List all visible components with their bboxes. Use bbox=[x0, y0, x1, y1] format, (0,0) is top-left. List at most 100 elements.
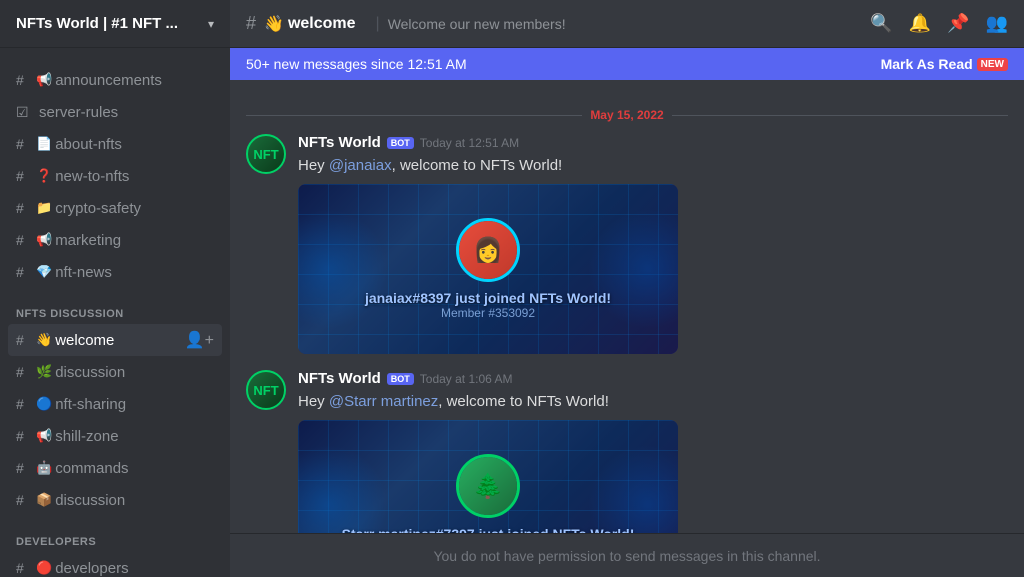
channel-name: crypto-safety bbox=[55, 200, 214, 217]
bot-badge-2: BOT bbox=[387, 373, 414, 385]
hash-icon: # bbox=[16, 364, 32, 380]
card-avatar-container-1: 👩 bbox=[456, 218, 520, 282]
channel-name: marketing bbox=[55, 232, 214, 249]
message-author-1: NFTs World bbox=[298, 134, 381, 151]
hash-icon: # bbox=[16, 492, 32, 508]
channel-item-discussion1[interactable]: # 🌿 discussion bbox=[8, 356, 222, 388]
message-header-2: NFTs World BOT Today at 1:06 AM bbox=[298, 370, 1008, 387]
server-dropdown-arrow: ▾ bbox=[208, 17, 214, 31]
card-glow-left-2 bbox=[298, 445, 388, 533]
nfts-discussion-section: NFTS DISCUSSION # 👋 welcome 👤+ # 🌿 discu… bbox=[0, 292, 230, 520]
channel-item-nft-sharing[interactable]: # 🔵 nft-sharing bbox=[8, 388, 222, 420]
welcome-card-bg-1: 👩 janaiax#8397 just joined NFTs World! M… bbox=[298, 184, 678, 354]
channel-name: new-to-nfts bbox=[55, 168, 214, 185]
channel-emoji: 📢 bbox=[36, 428, 52, 444]
header-icons-group: 🔍 🔔 📌 👥 bbox=[870, 13, 1008, 34]
bell-icon[interactable]: 🔔 bbox=[909, 13, 931, 34]
pin-icon[interactable]: 📌 bbox=[947, 13, 969, 34]
hashtag-icon[interactable]: 🔍 bbox=[870, 13, 892, 34]
card-join-text-1: janaiax#8397 just joined NFTs World! bbox=[365, 290, 611, 306]
channel-emoji: 👋 bbox=[36, 332, 52, 348]
hash-icon: # bbox=[16, 332, 32, 348]
hash-icon: # bbox=[16, 264, 32, 280]
message-post-text-2: , welcome to NFTs World! bbox=[438, 393, 609, 410]
card-avatar-2: 🌲 bbox=[456, 454, 520, 518]
channel-emoji: ❓ bbox=[36, 168, 52, 184]
nft-world-avatar-1: NFT bbox=[246, 134, 286, 174]
card-avatar-img-1: 👩 bbox=[459, 221, 517, 279]
server-name: NFTs World | #1 NFT ... bbox=[16, 15, 208, 32]
channel-hash-icon: # bbox=[246, 13, 256, 34]
channel-name: nft-sharing bbox=[55, 396, 214, 413]
server-header[interactable]: NFTs World | #1 NFT ... ▾ bbox=[0, 0, 230, 48]
card-glow-right-1 bbox=[588, 209, 678, 329]
channel-header-emoji: 👋 bbox=[264, 14, 284, 34]
developers-section: DEVELOPERS # 🔴 developers bbox=[0, 520, 230, 577]
card-glow-left-1 bbox=[298, 209, 388, 329]
hash-icon: # bbox=[16, 460, 32, 476]
channel-item-marketing[interactable]: # 📢 marketing bbox=[8, 224, 222, 256]
channel-item-developers[interactable]: # 🔴 developers bbox=[8, 552, 222, 577]
channel-name: shill-zone bbox=[55, 428, 214, 445]
channel-header-description: Welcome our new members! bbox=[388, 16, 871, 32]
hash-icon: # bbox=[16, 560, 32, 576]
hash-icon: ☑ bbox=[16, 104, 32, 121]
bot-badge-1: BOT bbox=[387, 137, 414, 149]
channel-item-crypto-safety[interactable]: # 📁 crypto-safety bbox=[8, 192, 222, 224]
hash-icon: # bbox=[16, 72, 32, 88]
mark-as-read-button[interactable]: Mark As Read NEW bbox=[881, 56, 1008, 72]
channel-emoji: 💎 bbox=[36, 264, 52, 280]
nft-world-avatar-2: NFT bbox=[246, 370, 286, 410]
section-label-nfts-discussion: NFTS DISCUSSION bbox=[8, 308, 222, 320]
channel-emoji: 🔵 bbox=[36, 396, 52, 412]
welcome-card-2: 🌲 Starr martinez#7397 just joined NFTs W… bbox=[298, 420, 678, 533]
channel-name: welcome bbox=[55, 332, 185, 349]
channel-name: discussion bbox=[55, 492, 214, 509]
channel-name: nft-news bbox=[55, 264, 214, 281]
date-divider-text: May 15, 2022 bbox=[590, 108, 663, 122]
divider-line-right bbox=[672, 115, 1008, 116]
channel-item-server-rules[interactable]: ☑ server-rules bbox=[8, 96, 222, 128]
channel-emoji: 📦 bbox=[36, 492, 52, 508]
message-mention-1: @janaiax bbox=[329, 157, 392, 174]
hash-icon: # bbox=[16, 168, 32, 184]
sidebar: NFTs World | #1 NFT ... ▾ # 📢 announceme… bbox=[0, 0, 230, 577]
channel-item-announcements[interactable]: # 📢 announcements bbox=[8, 64, 222, 96]
date-divider: May 15, 2022 bbox=[246, 108, 1008, 122]
card-join-text-2: Starr martinez#7397 just joined NFTs Wor… bbox=[342, 526, 635, 533]
main-content: # 👋 welcome | Welcome our new members! 🔍… bbox=[230, 0, 1024, 577]
channel-item-commands[interactable]: # 🤖 commands bbox=[8, 452, 222, 484]
channel-item-new-to-nfts[interactable]: # ❓ new-to-nfts bbox=[8, 160, 222, 192]
channel-item-discussion2[interactable]: # 📦 discussion bbox=[8, 484, 222, 516]
channel-header-name: welcome bbox=[288, 15, 356, 33]
channel-item-shill-zone[interactable]: # 📢 shill-zone bbox=[8, 420, 222, 452]
message-text-1: Hey @janaiax, welcome to NFTs World! bbox=[298, 155, 1008, 176]
channel-name: announcements bbox=[55, 72, 214, 89]
card-avatar-1: 👩 bbox=[456, 218, 520, 282]
channel-item-about-nfts[interactable]: # 📄 about-nfts bbox=[8, 128, 222, 160]
channel-emoji: 📢 bbox=[36, 232, 52, 248]
card-avatar-container-2: 🌲 bbox=[456, 454, 520, 518]
message-group-2: NFT NFTs World BOT Today at 1:06 AM Hey … bbox=[246, 370, 1008, 533]
hash-icon: # bbox=[16, 396, 32, 412]
channel-name: server-rules bbox=[39, 104, 214, 121]
members-icon[interactable]: 👥 bbox=[986, 13, 1008, 34]
channel-item-welcome[interactable]: # 👋 welcome 👤+ bbox=[8, 324, 222, 356]
channel-emoji: 🌿 bbox=[36, 364, 52, 380]
message-author-2: NFTs World bbox=[298, 370, 381, 387]
card-glow-right-2 bbox=[588, 445, 678, 533]
new-badge: NEW bbox=[977, 58, 1008, 71]
channel-emoji: 📢 bbox=[36, 72, 52, 88]
channel-name: about-nfts bbox=[55, 136, 214, 153]
message-content-1: NFTs World BOT Today at 12:51 AM Hey @ja… bbox=[298, 134, 1008, 354]
card-member-text-1: Member #353092 bbox=[441, 306, 535, 320]
channel-item-nft-news[interactable]: # 💎 nft-news bbox=[8, 256, 222, 288]
channel-name: commands bbox=[55, 460, 214, 477]
card-avatar-img-2: 🌲 bbox=[459, 457, 517, 515]
add-member-icon[interactable]: 👤+ bbox=[185, 330, 214, 350]
banner-text: 50+ new messages since 12:51 AM bbox=[246, 56, 881, 72]
section-label-developers: DEVELOPERS bbox=[8, 536, 222, 548]
hash-icon: # bbox=[16, 232, 32, 248]
channel-name: discussion bbox=[55, 364, 214, 381]
message-post-text-1: , welcome to NFTs World! bbox=[392, 157, 563, 174]
